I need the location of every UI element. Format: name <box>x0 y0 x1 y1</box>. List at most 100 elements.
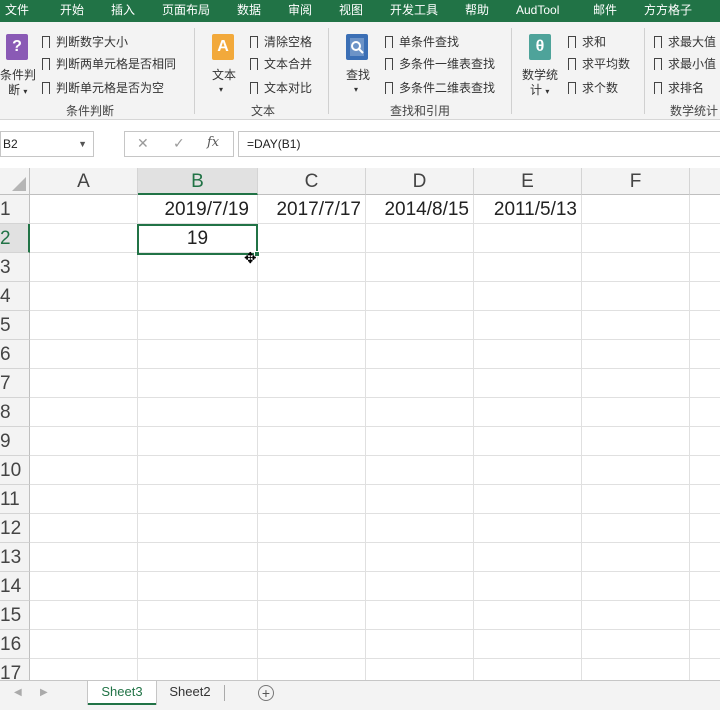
tab-divider <box>224 685 225 701</box>
bookmark-icon <box>654 82 662 98</box>
menu-tab-audtool[interactable]: AudTool <box>516 0 559 22</box>
row-header-14[interactable]: 14 <box>0 572 30 601</box>
menu-tab-help[interactable]: 帮助 <box>465 0 489 22</box>
ribbon-cond-item-2[interactable]: 判断两单元格是否相同 <box>42 55 176 74</box>
ribbon-lookup-item-3[interactable]: 多条件二维表查找 <box>385 79 495 98</box>
gridline <box>30 397 720 398</box>
ribbon-text-item-2[interactable]: 文本合并 <box>250 55 312 74</box>
gridline <box>581 195 582 680</box>
group-label-cond: 条件判断 <box>66 104 115 118</box>
menu-tab-ffgz[interactable]: 方方格子 <box>644 0 692 22</box>
menu-tab-insert[interactable]: 插入 <box>111 0 135 22</box>
cell-e1[interactable]: 2011/5/13 <box>474 195 582 224</box>
formula-input[interactable]: =DAY(B1) <box>238 131 720 157</box>
row-header-8[interactable]: 8 <box>0 398 30 427</box>
add-sheet-button[interactable]: + <box>258 685 274 701</box>
chevron-down-icon[interactable]: ▾ <box>219 81 223 95</box>
ribbon-math-item-2[interactable]: 求平均数 <box>568 55 630 74</box>
row-header-6[interactable]: 6 <box>0 340 30 369</box>
name-box-value: B2 <box>3 137 18 151</box>
gridline <box>137 195 138 680</box>
text-a-icon[interactable]: A <box>212 34 234 60</box>
scroll-right-icon[interactable]: ▶ <box>40 687 48 698</box>
chevron-down-icon[interactable]: ▾ <box>354 81 358 95</box>
menu-tab-data[interactable]: 数据 <box>237 0 261 22</box>
row-header-4[interactable]: 4 <box>0 282 30 311</box>
ribbon-text-item-3[interactable]: 文本对比 <box>250 79 312 98</box>
name-box[interactable]: B2 ▼ <box>0 131 94 157</box>
scroll-left-icon[interactable]: ◀ <box>14 687 22 698</box>
bookmark-icon <box>568 82 576 98</box>
question-icon[interactable]: ? <box>6 34 28 60</box>
book-search-icon[interactable] <box>346 34 368 60</box>
cell-c1[interactable]: 2017/7/17 <box>258 195 366 224</box>
row-header-11[interactable]: 11 <box>0 485 30 514</box>
ribbon: ? 条件判 断 ▾ 判断数字大小 判断两单元格是否相同 判断单元格是否为空 条件… <box>0 22 720 120</box>
math-big-button-label-2[interactable]: 计 ▾ <box>530 81 549 98</box>
chevron-down-icon[interactable]: ▼ <box>78 132 87 156</box>
row-header-15[interactable]: 15 <box>0 601 30 630</box>
column-header-f[interactable]: F <box>582 168 690 195</box>
gridline <box>30 455 720 456</box>
group-label-lookup: 查找和引用 <box>390 104 451 118</box>
theta-icon[interactable]: θ <box>529 34 551 60</box>
menu-tab-file[interactable]: 文件 <box>5 0 29 22</box>
menu-tab-developer[interactable]: 开发工具 <box>390 0 438 22</box>
select-all-corner[interactable] <box>0 168 30 195</box>
formula-bar: B2 ▼ ✕ ✓ fx =DAY(B1) <box>0 126 720 162</box>
ribbon-lookup-item-2[interactable]: 多条件一维表查找 <box>385 55 495 74</box>
row-header-13[interactable]: 13 <box>0 543 30 572</box>
column-header-d[interactable]: D <box>366 168 474 195</box>
ribbon-stats-item-3[interactable]: 求排名 <box>654 79 704 98</box>
row-header-1[interactable]: 1 <box>0 195 30 224</box>
cell-b1[interactable]: 2019/7/19 <box>138 195 258 224</box>
sheet-tab-sheet2[interactable]: Sheet2 <box>158 681 222 705</box>
menu-tab-home[interactable]: 开始 <box>60 0 84 22</box>
ribbon-math-item-1[interactable]: 求和 <box>568 33 606 52</box>
row-header-7[interactable]: 7 <box>0 369 30 398</box>
ribbon-cond-item-3[interactable]: 判断单元格是否为空 <box>42 79 164 98</box>
cell-d1[interactable]: 2014/8/15 <box>366 195 474 224</box>
ribbon-math-item-3[interactable]: 求个数 <box>568 79 618 98</box>
cancel-icon[interactable]: ✕ <box>137 135 149 152</box>
row-header-3[interactable]: 3 <box>0 253 30 282</box>
column-header-b[interactable]: B <box>138 168 258 195</box>
gridline <box>257 195 258 680</box>
row-header-12[interactable]: 12 <box>0 514 30 543</box>
row-header-2[interactable]: 2 <box>0 224 30 253</box>
ribbon-cond-item-1[interactable]: 判断数字大小 <box>42 33 128 52</box>
sheet-tab-sheet3[interactable]: Sheet3 <box>88 681 156 705</box>
row-header-5[interactable]: 5 <box>0 311 30 340</box>
row-header-10[interactable]: 10 <box>0 456 30 485</box>
row-header-16[interactable]: 16 <box>0 630 30 659</box>
column-header-a[interactable]: A <box>30 168 138 195</box>
column-header-next[interactable] <box>690 168 720 195</box>
enter-icon[interactable]: ✓ <box>173 135 185 152</box>
row-header-17[interactable]: 17 <box>0 659 30 680</box>
cond-big-button-label-2[interactable]: 断 ▾ <box>8 81 27 98</box>
column-header-e[interactable]: E <box>474 168 582 195</box>
menu-tab-layout[interactable]: 页面布局 <box>162 0 210 22</box>
gridline <box>365 195 366 680</box>
bookmark-icon <box>42 58 50 74</box>
insert-function-button[interactable]: fx <box>207 135 219 150</box>
bookmark-icon <box>568 58 576 74</box>
gridline <box>30 542 720 543</box>
bookmark-icon <box>42 82 50 98</box>
ribbon-stats-item-1[interactable]: 求最大值 <box>654 33 716 52</box>
column-header-c[interactable]: C <box>258 168 366 195</box>
menu-tab-review[interactable]: 审阅 <box>288 0 312 22</box>
group-divider <box>328 28 329 114</box>
chevron-down-icon: ▾ <box>23 87 28 96</box>
gridline <box>689 195 690 680</box>
gridline <box>30 368 720 369</box>
text-big-button-label[interactable]: 文本 <box>212 66 236 83</box>
menu-tab-view[interactable]: 视图 <box>339 0 363 22</box>
ribbon-lookup-item-1[interactable]: 单条件查找 <box>385 33 459 52</box>
row-header-9[interactable]: 9 <box>0 427 30 456</box>
ribbon-stats-item-2[interactable]: 求最小值 <box>654 55 716 74</box>
group-label-stats: 数学统计 <box>670 104 719 118</box>
menu-tab-mail[interactable]: 邮件 <box>593 0 617 22</box>
selection-border <box>137 224 258 255</box>
ribbon-text-item-1[interactable]: 清除空格 <box>250 33 312 52</box>
